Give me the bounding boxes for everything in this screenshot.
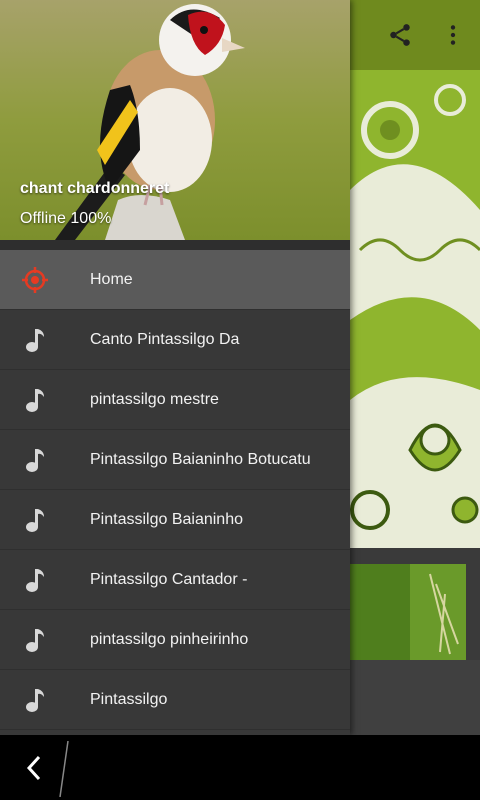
decorative-pattern-image (350, 70, 480, 548)
menu-item-label: Pintassilgo (90, 690, 168, 708)
menu-item-label: pintassilgo pinheirinho (90, 630, 249, 648)
music-note-icon (22, 387, 48, 413)
music-note-icon (22, 447, 48, 473)
menu-item-home[interactable]: Home (0, 250, 350, 310)
menu-item-song[interactable]: pintassilgo pinheirinho (0, 610, 350, 670)
menu-item-label: Pintassilgo Cantador - (90, 570, 248, 588)
music-note-icon (22, 507, 48, 533)
drawer-menu: Home Canto Pintassilgo Da pintassilgo me… (0, 250, 350, 730)
app-title: chant chardonneret (20, 180, 170, 197)
divider (59, 741, 69, 797)
drawer-header: chant chardonneret Offline 100% (0, 0, 350, 240)
menu-item-song[interactable]: Pintassilgo Baianinho (0, 490, 350, 550)
menu-item-label: pintassilgo mestre (90, 390, 219, 408)
menu-item-label: Pintassilgo Baianinho (90, 510, 243, 528)
music-note-icon (22, 327, 48, 353)
menu-item-song[interactable]: Pintassilgo (0, 670, 350, 730)
share-icon[interactable] (383, 18, 417, 52)
menu-item-label: Pintassilgo Baianinho Botucatu (90, 450, 311, 468)
content-area (350, 660, 480, 735)
music-note-icon (22, 687, 48, 713)
navigation-drawer: chant chardonneret Offline 100% Home Can… (0, 0, 350, 735)
system-nav-bar (0, 735, 480, 800)
menu-item-label: Canto Pintassilgo Da (90, 330, 240, 348)
target-icon (22, 267, 48, 293)
menu-item-song[interactable]: Pintassilgo Baianinho Botucatu (0, 430, 350, 490)
more-vertical-icon[interactable] (436, 18, 470, 52)
goldfinch-header-image (0, 0, 350, 240)
music-note-icon (22, 567, 48, 593)
menu-item-song[interactable]: pintassilgo mestre (0, 370, 350, 430)
back-button[interactable] (18, 752, 50, 784)
menu-item-label: Home (90, 270, 133, 288)
offline-status: Offline 100% (20, 210, 112, 227)
menu-item-song[interactable]: Canto Pintassilgo Da (0, 310, 350, 370)
bird-photo-thumbnail (350, 564, 466, 660)
music-note-icon (22, 627, 48, 653)
chevron-left-icon (26, 755, 41, 781)
menu-item-song[interactable]: Pintassilgo Cantador - (0, 550, 350, 610)
divider (0, 240, 350, 250)
